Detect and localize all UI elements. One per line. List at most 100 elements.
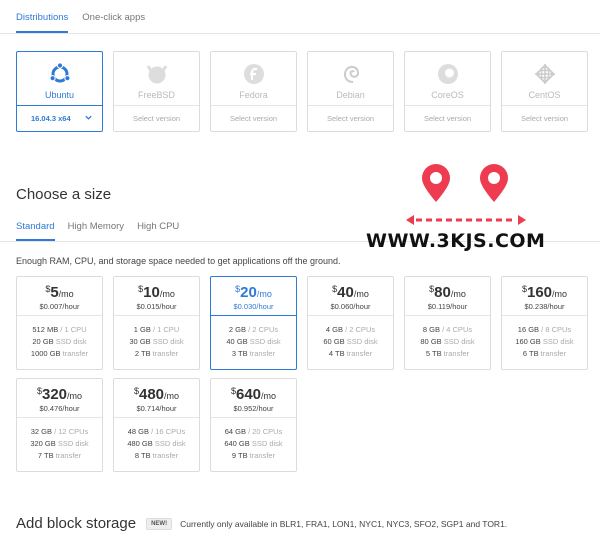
price-amount: 480 [138,386,165,403]
spec-disk: 80 GB [420,337,442,346]
debian-icon [308,61,393,87]
plan-card-320[interactable]: $320/mo $0.476/hour 32 GB / 12 CPUs 320 … [16,378,103,472]
version-select[interactable]: Select version [308,105,393,131]
price-period: /mo [159,289,175,299]
spec-ram-cpu: 1 GB / 1 CPU [133,325,180,334]
map-pin-icon [480,164,508,202]
spec-transfer-row: 1000 GB transfer [17,348,102,360]
spec-transfer-label: transfer [62,349,89,358]
spec-transfer-row: 2 TB transfer [114,348,199,360]
spec-ram: 4 GB [325,325,343,334]
distro-card-coreos[interactable]: CoreOS Select version [404,51,491,132]
spec-transfer: 4 TB [328,349,345,358]
hourly-price: $0.119/hour [427,302,468,311]
distribution-tabs: Distributions One-click apps [16,0,159,33]
price-amount: 160 [526,284,553,301]
plan-specs: 1 GB / 1 CPU 30 GB SSD disk 2 TB transfe… [114,315,199,369]
spec-cpu: 16 CPUs [155,427,186,436]
spec-disk: 60 GB [323,337,345,346]
distro-card-freebsd[interactable]: FreeBSD Select version [113,51,200,132]
version-select[interactable]: Select version [405,105,490,131]
distro-name: Ubuntu [44,90,75,100]
spec-transfer: 2 TB [134,349,151,358]
plan-card-80[interactable]: $80/mo $0.119/hour 8 GB / 4 CPUs 80 GB S… [404,276,491,370]
spec-transfer-row: 6 TB transfer [502,348,587,360]
spec-ram: 512 MB [32,325,59,334]
plan-card-5[interactable]: $5/mo $0.007/hour 512 MB / 1 CPU 20 GB S… [16,276,103,370]
tab-distributions[interactable]: Distributions [16,0,69,33]
tab-high-memory[interactable]: High Memory [68,217,125,241]
spec-cpu: 1 CPU [64,325,87,334]
tab-high-cpu[interactable]: High CPU [137,217,179,241]
spec-cpu: 2 CPUs [349,325,376,334]
plan-price: $40/mo [308,285,393,301]
spec-disk-row: 30 GB SSD disk [114,336,199,348]
spec-ram: 32 GB [30,427,52,436]
spec-cpu: 8 CPUs [545,325,572,334]
spec-cpu: 1 CPU [157,325,180,334]
spec-disk: 20 GB [32,337,54,346]
spec-disk: 480 GB [127,439,153,448]
price-period: /mo [353,289,369,299]
distro-card-debian[interactable]: Debian Select version [307,51,394,132]
spec-cpu: 2 CPUs [252,325,279,334]
spec-disk-label: SSD disk [152,337,184,346]
freebsd-icon [114,61,199,87]
plan-card-640[interactable]: $640/mo $0.952/hour 64 GB / 20 CPUs 640 … [210,378,297,472]
plan-specs: 48 GB / 16 CPUs 480 GB SSD disk 8 TB tra… [114,417,199,471]
hourly-price: $0.714/hour [136,404,177,413]
spec-transfer-row: 3 TB transfer [211,348,296,360]
plan-card-40[interactable]: $40/mo $0.060/hour 4 GB / 2 CPUs 60 GB S… [307,276,394,370]
spec-disk: 160 GB [515,337,541,346]
price-amount: 5 [50,284,59,301]
spec-disk-row: 80 GB SSD disk [405,336,490,348]
distro-card-centos[interactable]: CentOS Select version [501,51,588,132]
distro-list: Ubuntu 16.04.3 x64 FreeBSD Select versio… [16,51,588,132]
spec-disk-row: 60 GB SSD disk [308,336,393,348]
plan-card-20[interactable]: $20/mo $0.030/hour 2 GB / 2 CPUs 40 GB S… [210,276,297,370]
spec-ram: 48 GB [127,427,149,436]
plan-card-160[interactable]: $160/mo $0.238/hour 16 GB / 8 CPUs 160 G… [501,276,588,370]
plan-card-10[interactable]: $10/mo $0.015/hour 1 GB / 1 CPU 30 GB SS… [113,276,200,370]
plan-price: $20/mo [211,285,296,301]
new-badge: NEW! [146,517,173,530]
spec-transfer-label: transfer [152,451,179,460]
distro-card-ubuntu[interactable]: Ubuntu 16.04.3 x64 [16,51,103,132]
tab-standard[interactable]: Standard [16,217,55,241]
hourly-price: $0.952/hour [233,404,274,413]
spec-transfer-row: 7 TB transfer [17,450,102,462]
distro-name: Fedora [239,90,268,100]
spec-ram: 64 GB [224,427,246,436]
distro-card-fedora[interactable]: Fedora Select version [210,51,297,132]
plan-list: $5/mo $0.007/hour 512 MB / 1 CPU 20 GB S… [16,276,596,472]
spec-cpu: 4 CPUs [446,325,473,334]
price-period: /mo [164,391,180,401]
watermark-pins-graphic [406,164,526,225]
chevron-down-icon [84,113,93,124]
version-select[interactable]: Select version [502,105,587,131]
price-period: /mo [67,391,83,401]
spec-transfer-row: 5 TB transfer [405,348,490,360]
version-select[interactable]: Select version [211,105,296,131]
spec-transfer: 5 TB [425,349,442,358]
price-amount: 10 [143,284,160,301]
hourly-price: $0.007/hour [39,302,80,311]
hourly-price: $0.238/hour [524,302,565,311]
spec-disk-row: 320 GB SSD disk [17,438,102,450]
spec-disk: 30 GB [129,337,151,346]
version-select[interactable]: 16.04.3 x64 [17,105,102,131]
plan-card-480[interactable]: $480/mo $0.714/hour 48 GB / 16 CPUs 480 … [113,378,200,472]
spec-disk-row: 20 GB SSD disk [17,336,102,348]
spec-disk-label: SSD disk [346,337,378,346]
distro-name: Debian [336,90,365,100]
spec-disk-label: SSD disk [57,439,89,448]
version-value: 16.04.3 x64 [31,114,71,123]
spec-disk-label: SSD disk [249,337,281,346]
price-amount: 320 [41,386,68,403]
spec-transfer-label: transfer [55,451,82,460]
spec-transfer-row: 8 TB transfer [114,450,199,462]
plan-price: $80/mo [405,285,490,301]
tab-one-click-apps[interactable]: One-click apps [82,0,145,33]
spec-transfer: 6 TB [522,349,539,358]
version-select[interactable]: Select version [114,105,199,131]
